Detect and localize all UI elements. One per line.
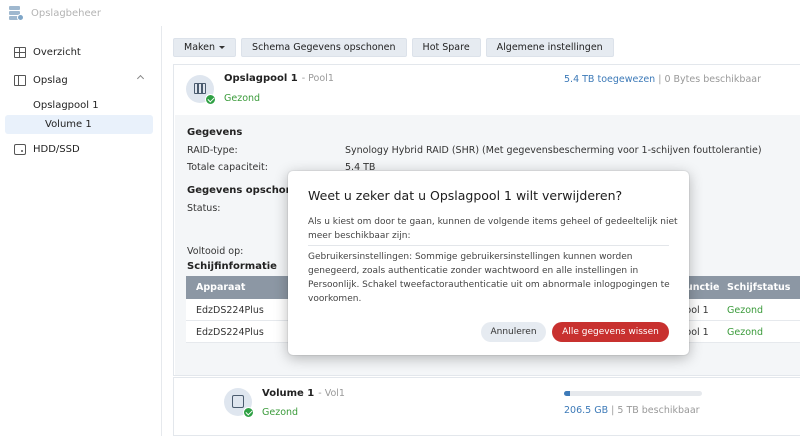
storage-icon [14,74,26,86]
volume-capacity: 206.5 GB | 5 TB beschikbaar [564,405,700,416]
sidebar-item-hdd-ssd[interactable]: HDD/SSD [0,138,161,160]
pool-name-text: Opslagpool 1 [224,73,298,84]
separator: | [611,405,615,416]
storage-manager-icon [8,5,24,21]
volume-usage-bar [564,391,702,396]
storage-pool-icon [186,75,216,105]
pool-allocated: 5.4 TB toegewezen [564,74,656,85]
volume-id: - Vol1 [318,388,345,399]
general-settings-button[interactable]: Algemene instellingen [485,38,614,57]
hot-spare-button[interactable]: Hot Spare [411,38,481,57]
app-title: Opslagbeheer [31,7,101,19]
pool-id: - Pool1 [301,73,334,84]
details-title: Gegevens [187,127,243,138]
disk-info-title: Schijfinformatie [187,261,277,272]
create-button[interactable]: Maken [173,38,237,57]
volume-available: 5 TB beschikbaar [617,405,700,416]
volume-status: Gezond [262,407,299,418]
volume-usage-fill [564,391,570,396]
sidebar-item-label: HDD/SSD [33,143,80,155]
completed-on-label: Voltooid op: [187,246,244,257]
sidebar-item-storage[interactable]: Opslag [0,69,161,91]
device-cell: EdzDS224Plus [196,327,264,338]
overview-icon [14,46,26,58]
cube-icon [232,395,244,408]
sidebar-item-volume-1[interactable]: Volume 1 [5,115,153,134]
storage-pool-name: Opslagpool 1- Pool1 [224,73,334,84]
column-header-device[interactable]: Apparaat [196,282,245,293]
toolbar: Maken Schema Gegevens opschonen Hot Spar… [173,38,614,57]
sidebar: Overzicht Opslag Opslagpool 1 Volume 1 H… [0,26,162,436]
separator: | [658,74,662,85]
storage-pool-header: Opslagpool 1- Pool1 Gezond 5.4 TB toegew… [174,65,800,115]
caret-down-icon [219,46,226,49]
column-header-disk-status[interactable]: Schijfstatus [727,282,790,293]
data-scrubbing-title: Gegevens opschon [187,185,293,196]
sidebar-item-label: Overzicht [33,46,81,58]
sidebar-item-label: Opslag [33,74,68,86]
disk-status-cell: Gezond [727,327,764,338]
volume-card[interactable]: Volume 1- Vol1 Gezond 206.5 GB | 5 TB be… [173,377,800,436]
disk-icon [14,143,26,155]
pool-capacity: 5.4 TB toegewezen | 0 Bytes beschikbaar [564,74,761,85]
raid-type-value: Synology Hybrid RAID (SHR) (Met gegevens… [345,145,762,156]
pool-available: 0 Bytes beschikbaar [664,74,761,85]
data-scrubbing-schedule-button[interactable]: Schema Gegevens opschonen [241,38,407,57]
volume-name-text: Volume 1 [262,388,315,399]
volume-name: Volume 1- Vol1 [262,388,345,399]
sidebar-item-storage-pool-1[interactable]: Opslagpool 1 [33,100,99,111]
volume-icon [224,388,254,418]
dialog-detail: Gebruikersinstellingen: Sommige gebruike… [308,252,670,304]
disk-status-cell: Gezond [727,305,764,316]
create-button-label: Maken [184,42,216,53]
sidebar-item-overview[interactable]: Overzicht [0,41,161,63]
scrub-status-label: Status: [187,203,221,214]
dialog-title: Weet u zeker dat u Opslagpool 1 wilt ver… [308,188,623,203]
delete-confirmation-dialog: Weet u zeker dat u Opslagpool 1 wilt ver… [288,171,689,355]
wipe-all-data-button[interactable]: Alle gegevens wissen [552,322,669,342]
chevron-up-icon[interactable] [136,74,145,83]
dialog-divider [308,245,669,246]
total-capacity-label: Totale capaciteit: [187,162,268,173]
pool-status: Gezond [224,93,261,104]
raid-type-label: RAID-type: [187,145,238,156]
healthy-check-icon [205,94,216,105]
dialog-message: Als u kiest om door te gaan, kunnen de v… [308,217,678,241]
device-cell: EdzDS224Plus [196,305,264,316]
cancel-button[interactable]: Annuleren [481,322,546,342]
healthy-check-icon [243,407,254,418]
title-bar: Opslagbeheer [0,0,800,26]
volume-used: 206.5 GB [564,405,609,416]
